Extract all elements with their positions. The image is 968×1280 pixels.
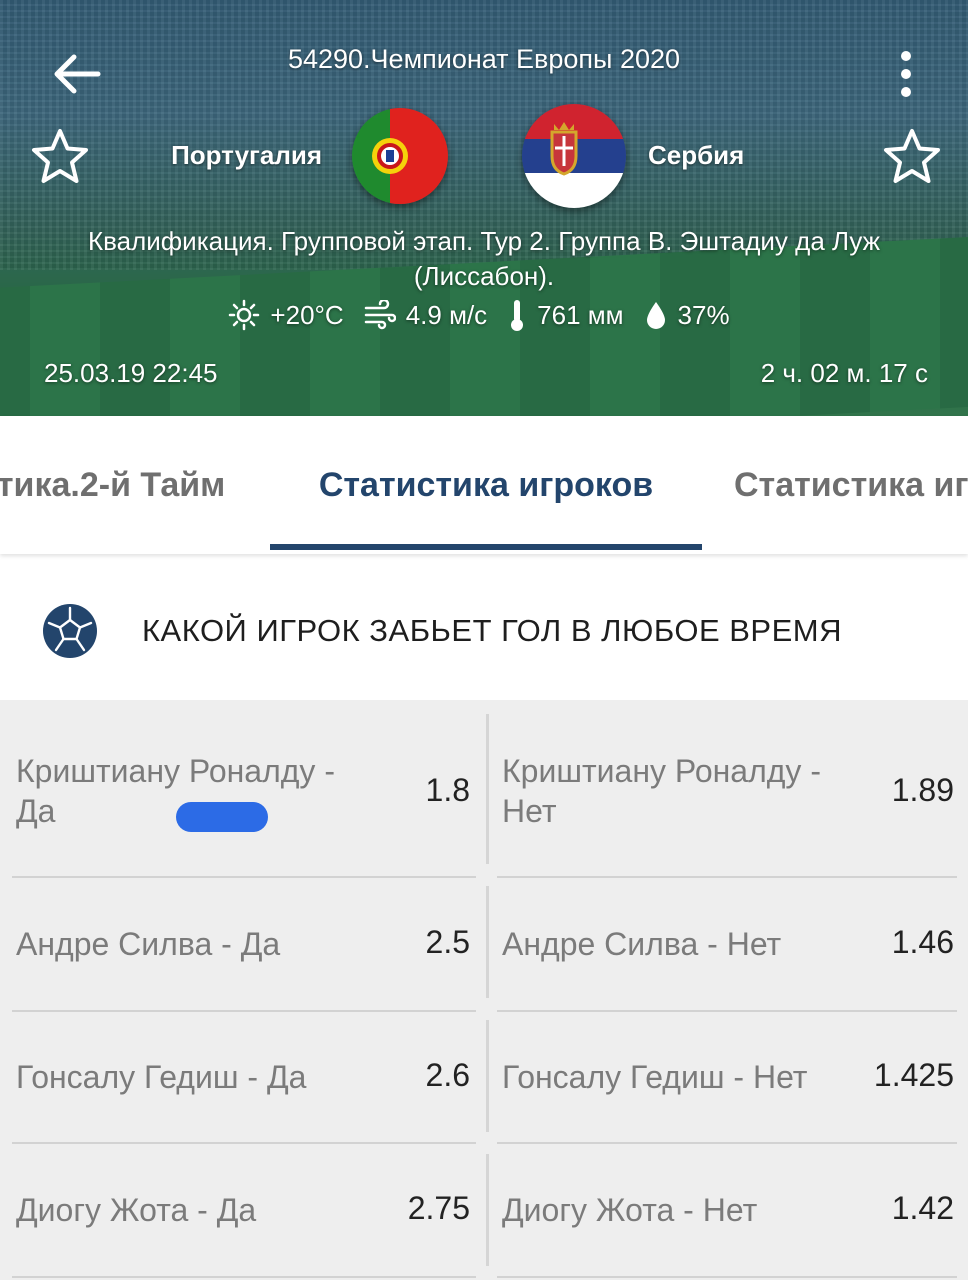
bet-outcome-name: Гонсалу Гедиш - Нет bbox=[502, 1059, 808, 1095]
more-vert-icon[interactable] bbox=[888, 48, 924, 100]
markets-grid: Криштиану Роналду - Да 1.8 Криштиану Рон… bbox=[0, 700, 968, 1280]
bet-odds: 2.5 bbox=[425, 924, 470, 960]
sun-icon bbox=[228, 299, 260, 331]
away-team-name: Сербия bbox=[648, 140, 745, 170]
tab-half-2-stats[interactable]: стика.2-й Тайм bbox=[0, 466, 225, 505]
stats-tabs: стика.2-й Тайм Статистика игроков Статис… bbox=[0, 416, 968, 554]
highlight-mark bbox=[176, 802, 268, 832]
bet-cell[interactable]: Андре Силва - Нет 1.46 bbox=[489, 878, 968, 1010]
bet-cell[interactable]: Криштиану Роналду - Нет 1.89 bbox=[489, 700, 968, 876]
active-tab-indicator bbox=[270, 544, 702, 550]
bet-outcome-name: Криштиану Роналду - Нет bbox=[502, 753, 821, 829]
favorite-away-star-icon[interactable] bbox=[882, 128, 942, 184]
bet-outcome-name: Гонсалу Гедиш - Да bbox=[16, 1059, 307, 1095]
wind-icon bbox=[364, 300, 396, 330]
pressure-value: 761 мм bbox=[537, 299, 624, 330]
bet-odds: 1.46 bbox=[891, 924, 954, 960]
bet-cell[interactable]: Гонсалу Гедиш - Нет 1.425 bbox=[489, 1012, 968, 1142]
market-group-header[interactable]: КАКОЙ ИГРОК ЗАБЬЕТ ГОЛ В ЛЮБОЕ ВРЕМЯ bbox=[0, 560, 968, 700]
countdown-timer: 2 ч. 02 м. 17 с bbox=[760, 358, 928, 388]
bet-odds: 1.425 bbox=[873, 1057, 954, 1093]
bet-cell[interactable]: Криштиану Роналду - Да 1.8 bbox=[0, 700, 486, 876]
favorite-home-star-icon[interactable] bbox=[30, 128, 90, 184]
bet-outcome-name: Диогу Жота - Нет bbox=[502, 1192, 758, 1228]
weather-row: +20°C 4.9 м/с 761 мм 37% bbox=[0, 298, 968, 332]
bet-outcome-name: Андре Силва - Да bbox=[16, 926, 281, 962]
bet-cell[interactable]: Андре Силва - Да 2.5 bbox=[0, 878, 486, 1010]
league-title: 54290.Чемпионат Европы 2020 bbox=[287, 44, 681, 74]
match-description: Квалификация. Групповой этап. Тур 2. Гру… bbox=[87, 226, 881, 291]
bet-odds: 1.42 bbox=[891, 1190, 954, 1226]
bet-odds: 2.75 bbox=[407, 1190, 470, 1226]
bet-odds: 1.8 bbox=[425, 772, 470, 808]
bet-cell[interactable]: Гонсалу Гедиш - Да 2.6 bbox=[0, 1012, 486, 1142]
market-group-title: КАКОЙ ИГРОК ЗАБЬЕТ ГОЛ В ЛЮБОЕ ВРЕМЯ bbox=[142, 613, 842, 648]
bet-odds: 1.89 bbox=[891, 772, 954, 808]
tab-player-stats[interactable]: Статистика игроков bbox=[270, 466, 702, 505]
thermometer-icon bbox=[507, 298, 527, 332]
match-header: 54290.Чемпионат Европы 2020 Португалия С… bbox=[0, 0, 968, 416]
bet-outcome-name: Диогу Жота - Да bbox=[16, 1192, 257, 1228]
home-team-name: Португалия bbox=[171, 140, 322, 170]
bet-odds: 2.6 bbox=[425, 1057, 470, 1093]
bet-cell[interactable]: Диогу Жота - Нет 1.42 bbox=[489, 1144, 968, 1276]
drop-icon bbox=[644, 300, 668, 330]
match-datetime: 25.03.19 22:45 bbox=[44, 358, 218, 388]
portugal-flag-icon bbox=[352, 108, 448, 204]
tab-game-stats[interactable]: Статистика игр bbox=[734, 466, 968, 505]
bet-outcome-name: Андре Силва - Нет bbox=[502, 926, 782, 962]
temperature-value: +20°C bbox=[270, 299, 344, 330]
serbia-flag-icon bbox=[522, 104, 626, 208]
bet-cell[interactable]: Диогу Жота - Да 2.75 bbox=[0, 1144, 486, 1276]
soccer-ball-icon bbox=[43, 604, 97, 658]
wind-value: 4.9 м/с bbox=[405, 299, 488, 330]
humidity-value: 37% bbox=[677, 299, 730, 330]
